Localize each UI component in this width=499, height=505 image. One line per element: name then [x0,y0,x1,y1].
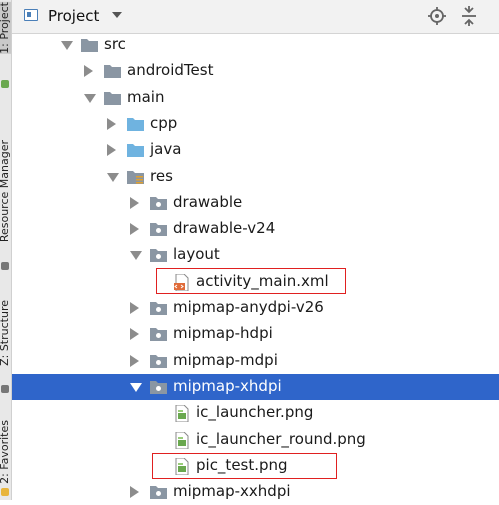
package-icon [150,247,167,263]
expand-arrow-right-icon[interactable] [130,302,139,314]
tree-row-label: cpp [150,113,178,132]
source-folder-icon [127,142,144,158]
package-icon [150,195,167,210]
tree-row-java[interactable]: java [12,137,499,163]
expand-arrow-right-icon[interactable] [130,223,139,236]
expand-arrow-right-icon[interactable] [107,117,116,130]
expand-arrow-down-icon[interactable] [84,93,96,103]
favorites-tool-tab[interactable]: 2: Favorites [0,420,11,484]
tree-row-label: ic_launcher.png [196,403,314,422]
tree-row-mipmap-hdpi[interactable]: mipmap-hdpi [12,321,499,347]
structure-icon [1,385,9,393]
collapse-all-icon[interactable] [459,6,479,26]
tree-row-label: mipmap-anydpi-v26 [173,298,324,316]
tree-row-ic-launcher-round-png[interactable]: ic_launcher_round.png [12,427,499,453]
tree-row-androidtest[interactable]: androidTest [12,58,499,84]
tree-row-mipmap-mdpi[interactable]: mipmap-mdpi [12,348,499,374]
tree-row-label: drawable [173,192,243,211]
resource-folder-icon [127,169,144,184]
package-icon [150,353,167,368]
source-folder-icon [127,116,144,131]
image-file-icon [173,404,190,423]
tree-row-label: src [104,35,126,53]
tree-row-label: androidTest [127,61,214,80]
expand-arrow-down-icon[interactable] [130,251,142,261]
tree-row-res[interactable]: res [12,164,499,190]
tree-row-label: ic_launcher_round.png [196,429,366,448]
resource-manager-icon [1,262,9,270]
package-icon [150,379,167,394]
package-icon [150,221,167,237]
project-tool-tab[interactable]: 1: Project [0,2,11,54]
package-icon [150,484,167,500]
tree-row-label: res [150,166,173,185]
tree-row-cpp[interactable]: cpp [12,111,499,137]
tree-row-mipmap-anydpi-v26[interactable]: mipmap-anydpi-v26 [12,295,499,321]
tree-row-label: mipmap-mdpi [173,350,278,369]
tree-row-label: java [150,140,182,159]
tree-row-activity-main-xml[interactable]: activity_main.xml [12,269,499,295]
expand-arrow-down-icon[interactable] [130,382,142,392]
xml-file-icon [173,273,190,292]
tree-row-pic-test-png[interactable]: pic_test.png [12,453,499,479]
expand-arrow-right-icon[interactable] [130,196,139,209]
tree-row-label: drawable-v24 [173,219,276,238]
expand-arrow-right-icon[interactable] [130,328,139,341]
project-tree: src androidTest main cpp java res drawable draw… [12,34,499,500]
folder-icon [81,37,98,52]
image-file-icon [173,431,190,449]
structure-tool-tab[interactable]: Z: Structure [0,300,11,366]
package-icon [150,326,167,342]
tree-row-ic-launcher-png[interactable]: ic_launcher.png [12,400,499,426]
tree-row-label: mipmap-xxhdpi [173,482,291,501]
tree-row-label: pic_test.png [196,455,288,474]
expand-arrow-right-icon[interactable] [130,354,139,367]
expand-arrow-down-icon[interactable] [107,172,119,182]
tree-row-main[interactable]: main [12,85,499,111]
tree-row-label: layout [173,245,220,264]
tree-row-drawable-v24[interactable]: drawable-v24 [12,216,499,242]
expand-arrow-right-icon[interactable] [130,486,139,499]
package-icon [150,300,167,315]
expand-arrow-right-icon[interactable] [84,65,93,78]
locate-file-icon[interactable] [427,6,447,26]
folder-icon [104,90,121,105]
project-panel-header: Project [12,0,499,34]
tree-row-layout[interactable]: layout [12,242,499,268]
tree-row-label: activity_main.xml [196,271,329,290]
project-view-icon [24,9,38,21]
tree-row-mipmap-xxhdpi[interactable]: mipmap-xxhdpi [12,479,499,505]
folder-icon [104,63,121,79]
star-icon [1,488,9,496]
tree-row-label: main [127,87,165,106]
android-icon [1,80,9,88]
resource-manager-tool-tab[interactable]: Resource Manager [0,140,11,242]
tree-row-label: mipmap-hdpi [173,324,273,343]
tree-row-mipmap-xhdpi[interactable]: mipmap-xhdpi [12,373,499,400]
expand-arrow-right-icon[interactable] [107,144,116,157]
expand-arrow-down-icon[interactable] [61,41,73,50]
tree-row-src[interactable]: src [12,32,499,58]
dropdown-caret-icon[interactable] [112,12,122,18]
view-selector[interactable]: Project [48,7,99,25]
tree-row-drawable[interactable]: drawable [12,190,499,216]
image-file-icon [173,457,190,476]
tree-row-label: mipmap-xhdpi [173,376,282,395]
tool-window-strip: 1: Project Resource Manager Z: Structure… [0,0,12,500]
